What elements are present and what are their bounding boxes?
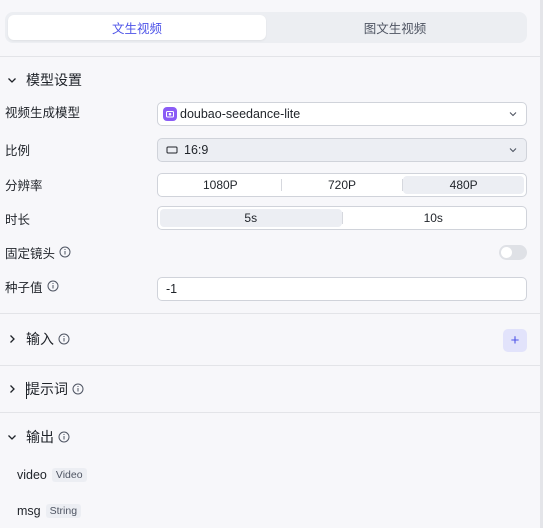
- input-section-header[interactable]: 输入: [0, 327, 70, 351]
- output-section-header[interactable]: 输出: [0, 425, 70, 449]
- model-settings-title: 模型设置: [26, 72, 82, 88]
- output-type-badge: String: [45, 504, 82, 518]
- resolution-label: 分辨率: [5, 178, 43, 193]
- ratio-label: 比例: [5, 143, 31, 158]
- prompt-section-title: 提示词: [26, 381, 68, 397]
- seed-row: 种子值: [5, 275, 59, 297]
- seed-label: 种子值: [5, 280, 43, 295]
- fixed-camera-row: 固定镜头: [5, 241, 71, 263]
- chevron-right-icon[interactable]: [0, 384, 24, 394]
- duration-segmented: 5s 10s: [157, 206, 527, 230]
- model-settings-header[interactable]: 模型设置: [0, 68, 82, 92]
- text-cursor: [26, 382, 27, 399]
- divider: [0, 365, 540, 366]
- chevron-down-icon: [508, 143, 518, 158]
- toggle-knob: [501, 247, 512, 258]
- chevron-down-icon[interactable]: [0, 75, 24, 85]
- seed-input[interactable]: [157, 277, 527, 301]
- tab-text-to-video[interactable]: 文生视频: [8, 15, 266, 40]
- add-input-button[interactable]: +: [503, 329, 527, 352]
- divider: [0, 313, 540, 314]
- info-icon[interactable]: [58, 431, 70, 443]
- model-select-value: doubao-seedance-lite: [180, 107, 301, 121]
- output-type-badge: Video: [51, 468, 87, 482]
- fixed-camera-toggle[interactable]: [499, 245, 527, 260]
- model-select[interactable]: doubao-seedance-lite: [157, 102, 527, 126]
- resolution-option-1080p[interactable]: 1080P: [160, 176, 281, 194]
- resolution-option-480p[interactable]: 480P: [403, 176, 525, 194]
- output-item: msg String: [17, 501, 82, 521]
- info-icon[interactable]: [58, 333, 70, 345]
- divider: [0, 56, 540, 57]
- mode-tabs: 文生视频 图文生视频: [5, 12, 527, 43]
- duration-option-5s[interactable]: 5s: [160, 209, 342, 227]
- output-item: video Video: [17, 465, 87, 485]
- chevron-down-icon: [508, 107, 518, 122]
- info-icon[interactable]: [59, 246, 71, 258]
- input-section-title: 输入: [26, 331, 54, 347]
- tab-image-text-to-video[interactable]: 图文生视频: [266, 15, 524, 40]
- aspect-ratio-icon: [166, 145, 178, 155]
- divider: [0, 412, 540, 413]
- ratio-select-value: 16:9: [184, 143, 209, 157]
- duration-option-10s[interactable]: 10s: [343, 209, 525, 227]
- model-logo-icon: [163, 107, 177, 121]
- output-name: msg: [17, 504, 41, 518]
- resolution-segmented: 1080P 720P 480P: [157, 173, 527, 197]
- fixed-camera-label: 固定镜头: [5, 246, 56, 261]
- chevron-right-icon[interactable]: [0, 334, 24, 344]
- model-label: 视频生成模型: [5, 105, 81, 120]
- chevron-down-icon[interactable]: [0, 432, 24, 442]
- ratio-select[interactable]: 16:9: [157, 138, 527, 162]
- info-icon[interactable]: [72, 383, 84, 395]
- resolution-option-720p[interactable]: 720P: [282, 176, 403, 194]
- info-icon[interactable]: [47, 280, 59, 292]
- output-name: video: [17, 468, 47, 482]
- output-section-title: 输出: [26, 429, 54, 445]
- prompt-section-header[interactable]: 提示词: [0, 377, 84, 401]
- duration-label: 时长: [5, 212, 31, 227]
